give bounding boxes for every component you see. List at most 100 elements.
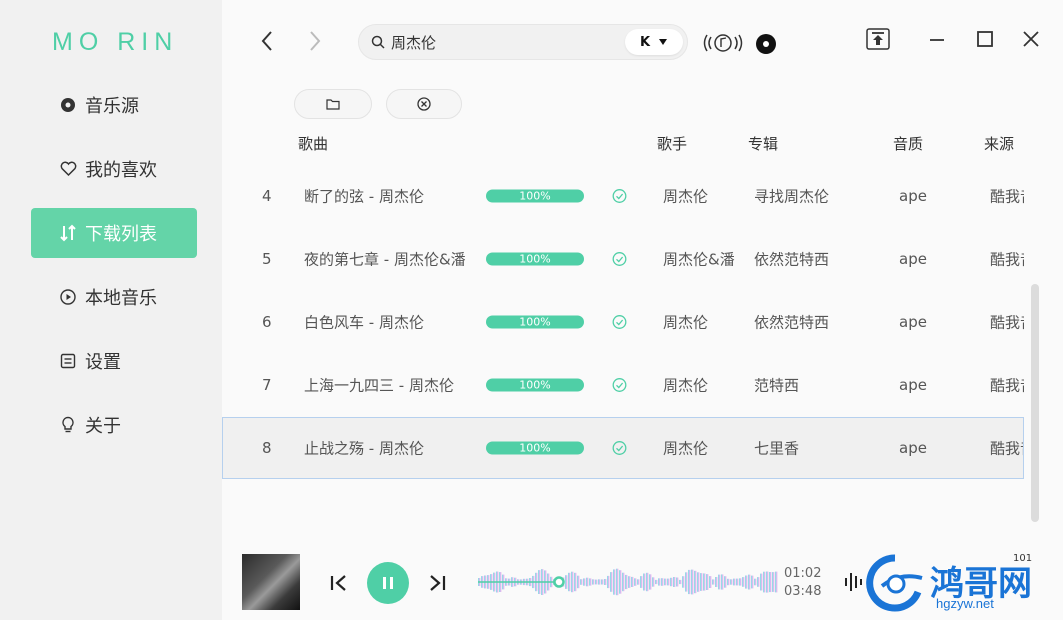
maximize-button[interactable] [972, 26, 998, 52]
search-box: K [358, 24, 688, 60]
listen-identify-button[interactable] [700, 30, 746, 56]
waveform-bar [610, 572, 613, 592]
waveform-bar [730, 579, 733, 585]
waveform-bar [739, 578, 742, 586]
waveform-bar [685, 572, 688, 592]
waveform-bar [712, 579, 715, 585]
watermark-url: hgzyw.net [936, 596, 994, 611]
album: 寻找周杰伦 [754, 187, 830, 206]
column-header-album[interactable]: 专辑 [748, 133, 778, 154]
waveform-bar [727, 578, 730, 586]
table-row-selected[interactable]: 8 止战之殇 - 周杰伦 100% 周杰伦 七里香 ape 酷我音乐 [222, 417, 1024, 479]
waveform-bar [658, 578, 661, 586]
artist: 周杰伦 [663, 313, 709, 332]
table-row[interactable]: 4 断了的弦 - 周杰伦 100% 周杰伦 寻找周杰伦 ape 酷我音乐 [222, 165, 1024, 227]
source-select[interactable]: K [625, 29, 683, 55]
table-row[interactable]: 6 白色风车 - 周杰伦 100% 周杰伦 依然范特西 ape 酷我音乐 [222, 291, 1024, 353]
waveform-bar [580, 579, 583, 585]
sidebar-item-label: 下载列表 [85, 224, 157, 245]
close-icon [1023, 31, 1039, 47]
previous-track-button[interactable] [326, 570, 352, 596]
sound-wave-icon [703, 34, 743, 52]
skip-previous-icon [330, 575, 346, 591]
waveform-bar [592, 579, 595, 585]
waveform-bar [625, 574, 628, 590]
waveform-bar [745, 575, 748, 589]
waveform-bar [652, 577, 655, 587]
next-track-button[interactable] [424, 570, 450, 596]
waveform-bar [775, 571, 778, 593]
main-panel: K [222, 0, 1063, 620]
column-header-song[interactable]: 歌曲 [298, 133, 328, 154]
column-header-source[interactable]: 来源 [984, 133, 1014, 154]
sidebar: MO RIN 音乐源 我的喜欢 下载列表 本地音乐 设置 关于 [0, 0, 222, 620]
waveform-bar [754, 578, 757, 586]
forward-button[interactable] [302, 28, 328, 54]
open-folder-button[interactable] [294, 89, 372, 119]
minimize-button[interactable] [924, 26, 950, 52]
waveform-bar [721, 574, 724, 590]
waveform-bar [577, 575, 580, 589]
source: 酷我音乐 [990, 250, 1024, 269]
waveform-bar [688, 569, 691, 595]
sidebar-item-download-list[interactable]: 下载列表 [31, 208, 197, 258]
waveform-bar [634, 578, 637, 586]
quality: ape [899, 376, 927, 394]
album-cover[interactable] [242, 554, 300, 610]
sidebar-item-local-music[interactable]: 本地音乐 [31, 272, 197, 322]
sidebar-item-label: 设置 [85, 352, 121, 373]
row-number: 4 [262, 187, 272, 205]
song-title: 上海一九四三 - 周杰伦 [304, 376, 454, 395]
song-title: 夜的第七章 - 周杰伦&潘 [304, 250, 466, 269]
sidebar-item-settings[interactable]: 设置 [31, 336, 197, 386]
waveform-bar [595, 579, 598, 585]
source: 酷我音乐 [990, 376, 1024, 395]
waveform-bar [574, 572, 577, 592]
maximize-icon [977, 31, 993, 47]
sidebar-item-label: 关于 [85, 416, 121, 437]
disc-icon [756, 34, 776, 54]
total-time: 03:48 [784, 584, 822, 599]
source-select-value: K [639, 34, 651, 50]
back-button[interactable] [254, 28, 280, 54]
sidebar-item-music-source[interactable]: 音乐源 [31, 80, 197, 130]
table-row[interactable]: 7 上海一九四三 - 周杰伦 100% 周杰伦 范特西 ape 酷我音乐 [222, 354, 1024, 416]
waveform-bar [724, 576, 727, 588]
waveform-bar [664, 578, 667, 586]
quality: ape [899, 439, 927, 457]
album: 依然范特西 [754, 313, 830, 332]
waveform-bar [643, 573, 646, 591]
artist: 周杰伦 [663, 187, 709, 206]
waveform-bar [583, 578, 586, 586]
close-button[interactable] [1018, 26, 1044, 52]
download-progress: 100% [486, 378, 584, 392]
search-input[interactable] [391, 33, 611, 51]
waveform-bar [604, 579, 607, 585]
clear-downloads-button[interactable] [386, 89, 462, 119]
seek-handle[interactable] [553, 576, 565, 588]
column-header-artist[interactable]: 歌手 [657, 133, 687, 154]
heart-icon [59, 160, 77, 178]
row-number: 6 [262, 313, 272, 331]
waveform-bar [706, 574, 709, 590]
folder-icon [326, 99, 340, 110]
waveform-bar [697, 572, 700, 592]
sidebar-item-favorites[interactable]: 我的喜欢 [31, 144, 197, 194]
now-playing-disc-button[interactable] [754, 32, 778, 56]
waveform-bar [751, 575, 754, 589]
volume-value: 101 [1013, 553, 1033, 564]
waveform-progress-bar[interactable] [478, 562, 778, 602]
album: 七里香 [754, 439, 800, 458]
check-circle-icon [612, 315, 627, 329]
table-row[interactable]: 5 夜的第七章 - 周杰伦&潘 100% 周杰伦&潘 依然范特西 ape 酷我音… [222, 228, 1024, 290]
waveform-bar [769, 572, 772, 593]
download-progress: 100% [486, 252, 584, 266]
waveform-bar [589, 578, 592, 586]
sidebar-item-about[interactable]: 关于 [31, 400, 197, 450]
play-pause-button[interactable] [367, 562, 409, 604]
waveform-bar [700, 573, 703, 591]
column-header-quality[interactable]: 音质 [893, 133, 923, 154]
sidebar-item-label: 本地音乐 [85, 288, 157, 309]
scrollbar[interactable] [1031, 284, 1039, 522]
pin-top-button[interactable] [864, 26, 892, 52]
